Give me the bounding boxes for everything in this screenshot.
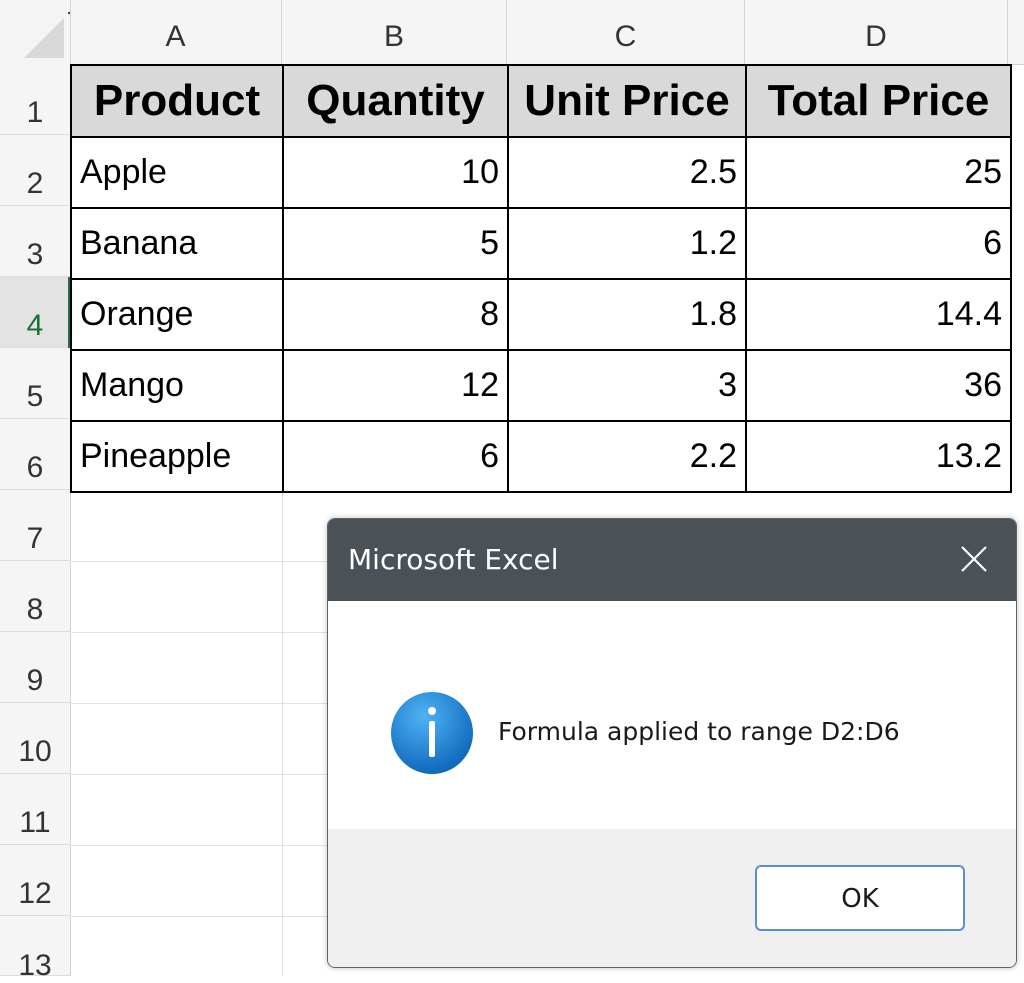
ok-button[interactable]: OK xyxy=(755,865,965,931)
dialog-footer: OK xyxy=(328,829,1016,967)
total-price-cell[interactable]: 6 xyxy=(745,207,1012,280)
info-icon xyxy=(390,691,474,775)
column-header-b[interactable]: B xyxy=(282,0,507,64)
row-number: 5 xyxy=(26,380,44,413)
quantity-cell[interactable]: 10 xyxy=(282,136,509,209)
table-row: Orange 8 1.8 14.4 xyxy=(70,278,1012,351)
dialog-message: Formula applied to range D2:D6 xyxy=(498,717,900,746)
column-header-d[interactable]: D xyxy=(745,0,1008,64)
row-number: 2 xyxy=(26,167,44,200)
table-row: Mango 12 3 36 xyxy=(70,349,1012,422)
gridline xyxy=(70,845,327,846)
row-header-1[interactable]: 1 xyxy=(0,64,70,135)
header-cell-total-price[interactable]: Total Price xyxy=(745,64,1012,138)
spreadsheet: A B C D 1 2 3 4 5 6 7 8 9 10 11 12 13 Pr… xyxy=(0,0,1024,982)
row-number: 9 xyxy=(26,664,44,697)
product-cell[interactable]: Banana xyxy=(70,207,284,280)
product-cell[interactable]: Apple xyxy=(70,136,284,209)
unit-price-cell[interactable]: 2.5 xyxy=(507,136,747,209)
row-number: 8 xyxy=(26,593,44,626)
column-header-bar: A B C D xyxy=(0,0,1024,65)
unit-price-cell[interactable]: 1.8 xyxy=(507,278,747,351)
row-number: 7 xyxy=(26,522,44,555)
row-header-3[interactable]: 3 xyxy=(0,206,70,277)
row-header-6[interactable]: 6 xyxy=(0,419,70,490)
quantity-cell[interactable]: 5 xyxy=(282,207,509,280)
data-table: Product Quantity Unit Price Total Price … xyxy=(70,64,1012,493)
row-header-2[interactable]: 2 xyxy=(0,135,70,206)
select-all-triangle-icon xyxy=(24,18,64,58)
row-header-13[interactable]: 13 xyxy=(0,916,70,982)
gridline xyxy=(282,490,283,976)
row-number: 12 xyxy=(18,877,52,910)
table-row: Apple 10 2.5 25 xyxy=(70,136,1012,209)
gridline xyxy=(70,561,327,562)
gridline xyxy=(70,916,327,917)
dialog-title-bar[interactable]: Microsoft Excel xyxy=(328,519,1016,601)
total-price-cell[interactable]: 14.4 xyxy=(745,278,1012,351)
header-cell-product[interactable]: Product xyxy=(70,64,284,138)
unit-price-cell[interactable]: 2.2 xyxy=(507,420,747,493)
row-header-11[interactable]: 11 xyxy=(0,774,70,845)
header-cell-unit-price[interactable]: Unit Price xyxy=(507,64,747,138)
product-cell[interactable]: Pineapple xyxy=(70,420,284,493)
row-number: 10 xyxy=(18,735,52,768)
product-cell[interactable]: Orange xyxy=(70,278,284,351)
dialog-title: Microsoft Excel xyxy=(348,543,559,576)
table-row: Banana 5 1.2 6 xyxy=(70,207,1012,280)
row-header-4[interactable]: 4 xyxy=(0,277,70,348)
total-price-cell[interactable]: 13.2 xyxy=(745,420,1012,493)
total-price-cell[interactable]: 25 xyxy=(745,136,1012,209)
row-header-bar: 1 2 3 4 5 6 7 8 9 10 11 12 13 xyxy=(0,64,71,982)
header-cell-quantity[interactable]: Quantity xyxy=(282,64,509,138)
quantity-cell[interactable]: 8 xyxy=(282,278,509,351)
column-header-c[interactable]: C xyxy=(507,0,745,64)
gridline xyxy=(70,703,327,704)
row-header-7[interactable]: 7 xyxy=(0,490,70,561)
table-header-row: Product Quantity Unit Price Total Price xyxy=(70,64,1012,138)
row-header-5[interactable]: 5 xyxy=(0,348,70,419)
unit-price-cell[interactable]: 3 xyxy=(507,349,747,422)
table-row: Pineapple 6 2.2 13.2 xyxy=(70,420,1012,493)
row-number: 3 xyxy=(26,238,44,271)
row-number: 13 xyxy=(18,949,52,982)
row-header-10[interactable]: 10 xyxy=(0,703,70,774)
row-header-8[interactable]: 8 xyxy=(0,561,70,632)
select-all-button[interactable] xyxy=(0,0,71,64)
product-cell[interactable]: Mango xyxy=(70,349,284,422)
quantity-cell[interactable]: 6 xyxy=(282,420,509,493)
unit-price-cell[interactable]: 1.2 xyxy=(507,207,747,280)
dialog-body: Formula applied to range D2:D6 xyxy=(328,601,1016,829)
row-header-9[interactable]: 9 xyxy=(0,632,70,703)
quantity-cell[interactable]: 12 xyxy=(282,349,509,422)
row-number: 11 xyxy=(19,806,51,839)
row-number: 6 xyxy=(26,451,44,484)
row-number: 4 xyxy=(26,309,44,342)
column-header-a[interactable]: A xyxy=(70,0,282,64)
message-dialog: Microsoft Excel Formula applied to range… xyxy=(327,518,1017,968)
gridline xyxy=(70,774,327,775)
row-number: 1 xyxy=(26,96,44,129)
row-header-12[interactable]: 12 xyxy=(0,845,70,916)
close-icon[interactable] xyxy=(954,539,994,579)
total-price-cell[interactable]: 36 xyxy=(745,349,1012,422)
gridline xyxy=(70,632,327,633)
